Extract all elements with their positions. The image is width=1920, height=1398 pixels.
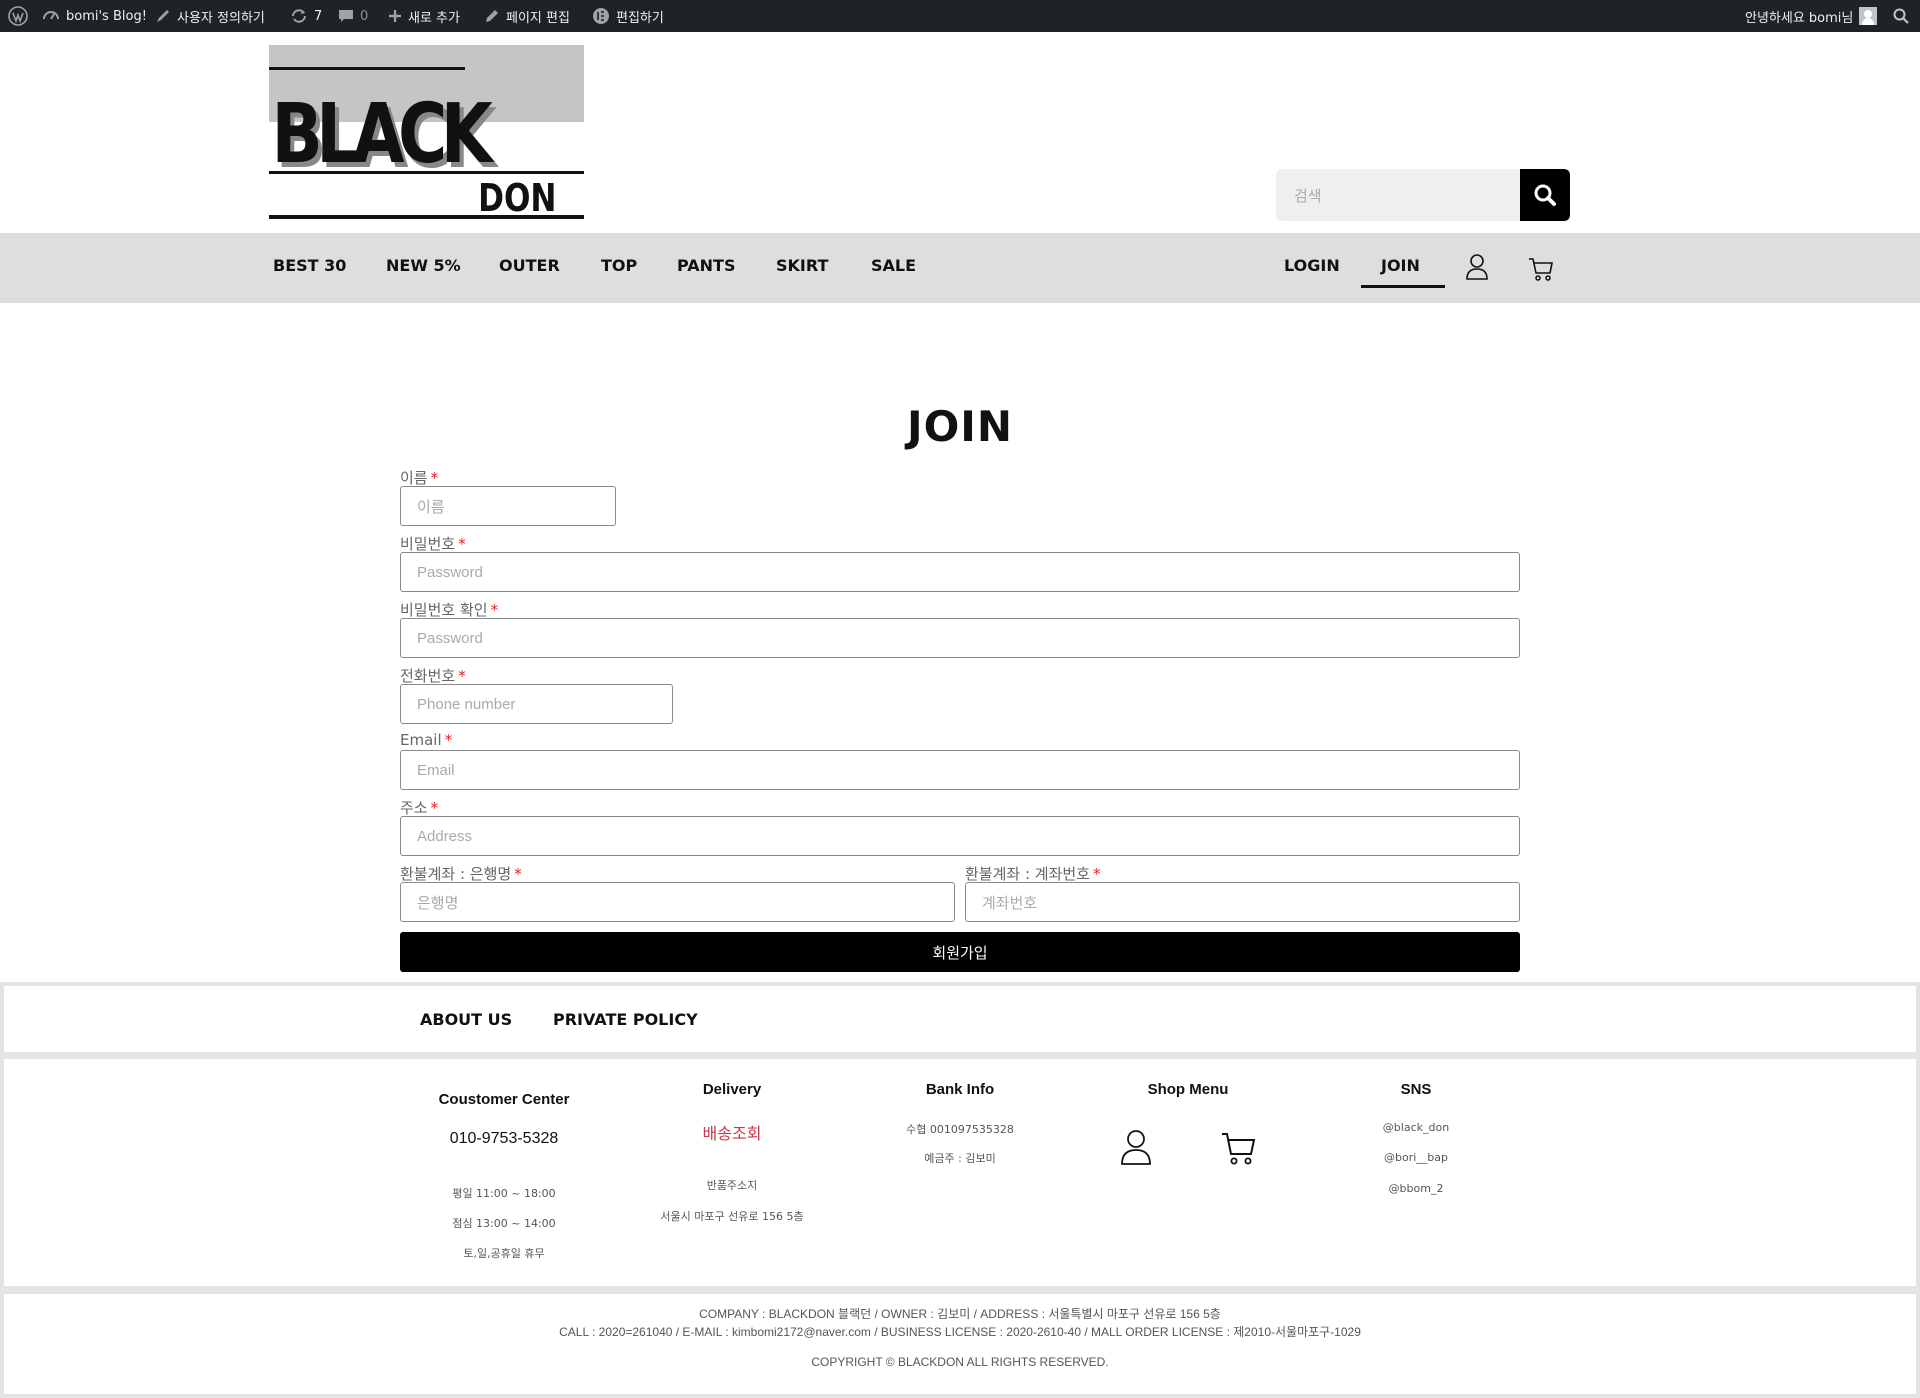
nav-item-top[interactable]: TOP [601,233,637,303]
email-label: Email * [400,731,453,749]
nav-item-new[interactable]: NEW 5% [386,233,461,303]
footer-account-icon[interactable] [1120,1128,1152,1166]
cart-icon[interactable] [1528,256,1554,282]
pencil-icon [486,10,498,22]
refund-account-field[interactable]: 계좌번호 [965,882,1520,922]
active-tab-underline [1361,285,1445,288]
password-label: 비밀번호 * [400,535,466,553]
sns-link-bori-bap[interactable]: @bori__bap [1384,1151,1448,1164]
elementor-icon [593,8,609,24]
elementor-edit-link[interactable]: 편집하기 [592,0,664,32]
page-title: JOIN [906,402,1014,451]
bank-holder: 예금주 : 김보미 [924,1152,996,1165]
address-field[interactable]: Address [400,816,1520,856]
wordpress-logo-icon[interactable] [8,0,28,32]
email-field[interactable]: Email [400,750,1520,790]
customer-center-title: Coustomer Center [438,1091,570,1108]
account-menu[interactable]: 안녕하세요 bomi님 [1745,0,1878,32]
footer-links-bar [4,986,1916,1052]
phone-field[interactable]: Phone number [400,684,673,724]
address-label: 주소 * [400,799,439,817]
plus-icon [389,10,401,22]
search-button[interactable] [1520,169,1570,221]
new-content-link[interactable]: 새로 추가 [388,0,460,32]
main-nav: BEST 30 NEW 5% OUTER TOP PANTS SKIRT SAL… [0,233,1920,303]
hours-weekday: 평일 11:00 ~ 18:00 [452,1187,556,1200]
signup-submit-button[interactable]: 회원가입 [400,932,1520,972]
search-placeholder: 검색 [1294,187,1322,205]
avatar [1859,7,1878,25]
admin-bar: bomi's Blog! 사용자 정의하기 7 0 새로 추가 페이지 편집 편… [0,0,1920,32]
comments-link[interactable]: 0 [338,0,368,32]
site-name-link[interactable]: bomi's Blog! [42,0,147,32]
name-label: 이름 * [400,469,439,487]
search-icon [1534,184,1556,206]
delivery-tracking-link[interactable]: 배송조회 [703,1120,762,1144]
nav-login-link[interactable]: LOGIN [1284,233,1340,303]
customer-center-phone: 010-9753-5328 [449,1130,559,1147]
comments-count: 0 [360,8,369,24]
nav-join-link[interactable]: JOIN [1381,233,1420,303]
site-logo[interactable]: BLACK BLACK DON [269,45,585,222]
return-address: 서울시 마포구 선유로 156 5층 [660,1210,804,1223]
refresh-icon [292,9,306,23]
refund-bank-field[interactable]: 은행명 [400,882,955,922]
comment-icon [339,10,353,22]
return-address-label: 반품주소지 [706,1179,758,1192]
password-confirm-field[interactable]: Password [400,618,1520,658]
company-info-line-2: CALL : 2020=261040 / E-MAIL : kimbomi217… [559,1325,1361,1339]
nav-item-skirt[interactable]: SKIRT [776,233,828,303]
edit-page-link[interactable]: 페이지 편집 [484,0,570,32]
refund-bank-label: 환불계좌 : 은행명 * [400,865,522,883]
delivery-title: Delivery [702,1081,762,1098]
customize-link[interactable]: 사용자 정의하기 [155,0,265,32]
greeting-text: 안녕하세요 bomi님 [1745,10,1854,26]
company-info-line-1: COMPANY : BLACKDON 블랙던 / OWNER : 김보미 / A… [699,1307,1221,1321]
nav-item-best-30[interactable]: BEST 30 [273,233,346,303]
sns-link-black-don[interactable]: @black_don [1383,1121,1449,1134]
logo-main-text: BLACK [271,85,495,181]
about-us-link[interactable]: ABOUT US [420,1010,512,1029]
bank-account: 수협 001097535328 [906,1123,1014,1136]
updates-count: 7 [314,8,323,24]
dashboard-icon [43,11,59,20]
customize-label: 사용자 정의하기 [177,10,265,26]
refund-account-label: 환불계좌 : 계좌번호 * [965,865,1101,883]
bank-info-title: Bank Info [925,1081,995,1098]
copyright: COPYRIGHT © BLACKDON ALL RIGHTS RESERVED… [811,1355,1109,1369]
shop-menu-title: Shop Menu [1147,1081,1229,1098]
new-label: 새로 추가 [408,10,460,26]
sns-title: SNS [1400,1081,1432,1098]
nav-item-outer[interactable]: OUTER [499,233,560,303]
nav-item-sale[interactable]: SALE [871,233,916,303]
hours-closed: 토,일,공휴일 휴무 [463,1247,545,1260]
edit-page-label: 페이지 편집 [506,10,570,26]
name-field[interactable]: 이름 [400,486,616,526]
phone-label: 전화번호 * [400,667,466,685]
nav-item-pants[interactable]: PANTS [677,233,735,303]
brush-icon [157,10,169,22]
admin-search-icon[interactable] [1893,0,1909,32]
password-field[interactable]: Password [400,552,1520,592]
account-icon[interactable] [1465,253,1489,281]
logo-sub-text: DON [478,177,556,221]
updates-link[interactable]: 7 [290,0,322,32]
site-name: bomi's Blog! [66,8,147,24]
privacy-policy-link[interactable]: PRIVATE POLICY [553,1010,698,1029]
hours-lunch: 점심 13:00 ~ 14:00 [452,1217,556,1230]
password-confirm-label: 비밀번호 확인 * [400,601,499,619]
sns-link-bbom[interactable]: @bbom_2 [1389,1182,1444,1195]
elementor-edit-label: 편집하기 [616,10,664,26]
footer-cart-icon[interactable] [1221,1130,1257,1166]
